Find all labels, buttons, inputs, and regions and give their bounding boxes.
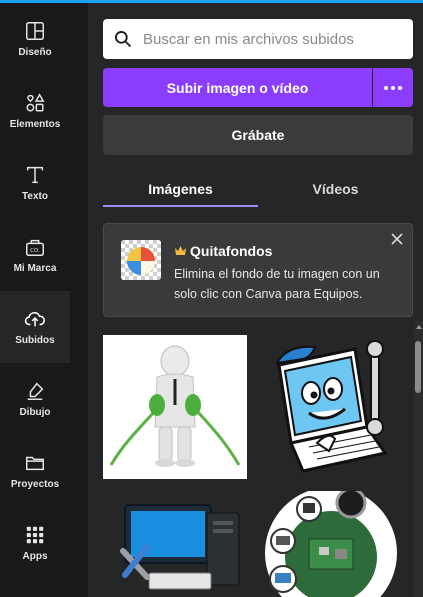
record-yourself-button[interactable]: Grábate [103,115,413,155]
promo-title: Quitafondos [174,243,272,259]
scrollbar-thumb[interactable] [415,341,421,393]
uploads-panel: Subir imagen o vídeo Grábate Imágenes Ví… [88,3,423,597]
draw-pen-icon [27,382,44,400]
plug-figure-illustration [109,345,241,467]
promo-thumbnail [121,240,161,280]
background-remover-promo: Quitafondos Elimina el fondo de tu image… [103,223,413,317]
scroll-up-arrow-icon[interactable] [416,325,422,329]
tab-videos[interactable]: Vídeos [258,171,413,207]
sidebar-item-proyectos[interactable]: Proyectos [0,435,70,507]
hardware-collage-illustration [265,491,397,597]
sidebar-item-label: Mi Marca [13,263,57,274]
upload-media-button[interactable]: Subir imagen o vídeo [103,68,372,107]
brand-kit-icon: CO. [26,239,44,256]
apps-grid-icon [26,526,44,544]
sidebar-item-label: Texto [22,191,48,202]
sidebar-item-subidos[interactable]: Subidos [0,291,70,363]
side-navigation: Diseño Elementos Texto CO. Mi Marca Subi… [0,3,70,597]
uploaded-image-plug-figure[interactable] [103,335,247,479]
promo-description: Elimina el fondo de tu imagen con un sol… [174,267,380,301]
sidebar-item-label: Subidos [15,335,55,346]
crown-icon [175,246,186,255]
sidebar-item-label: Proyectos [10,479,60,490]
sidebar-item-diseno[interactable]: Diseño [0,3,70,75]
beach-ball-image [121,240,161,280]
close-icon[interactable] [390,232,404,246]
sidebar-item-label: Apps [22,551,48,562]
search-icon [115,31,132,48]
cloud-upload-icon [24,311,45,327]
sidebar-item-dibujo[interactable]: Dibujo [0,363,70,435]
sidebar-item-texto[interactable]: Texto [0,147,70,219]
upload-more-options-button[interactable] [373,68,413,107]
uploaded-image-hardware-collage[interactable] [259,491,403,597]
uploads-scrollbar[interactable] [414,321,423,597]
uploaded-image-laptop-wrench[interactable] [259,335,403,479]
search-box[interactable] [103,19,413,59]
shapes-icon [26,93,45,112]
sidebar-item-label: Dibujo [19,407,51,418]
sidebar-item-apps[interactable]: Apps [0,507,70,579]
folder-icon [26,456,44,471]
more-dots-icon [384,85,402,90]
media-tabs: Imágenes Vídeos [103,171,413,207]
layout-icon [26,22,44,40]
sidebar-item-label: Elementos [9,119,61,130]
tab-images[interactable]: Imágenes [103,171,258,207]
sidebar-item-label: Diseño [18,47,52,58]
laptop-wrench-illustration [275,340,388,473]
promo-title-text: Quitafondos [190,243,273,259]
sidebar-item-mi-marca[interactable]: CO. Mi Marca [0,219,70,291]
svg-text:CO.: CO. [30,248,40,254]
sidebar-item-elementos[interactable]: Elementos [0,75,70,147]
computer-tools-illustration [120,504,240,590]
text-icon [26,166,44,184]
uploaded-image-computer-tools[interactable] [103,491,247,597]
search-input[interactable] [143,30,403,48]
